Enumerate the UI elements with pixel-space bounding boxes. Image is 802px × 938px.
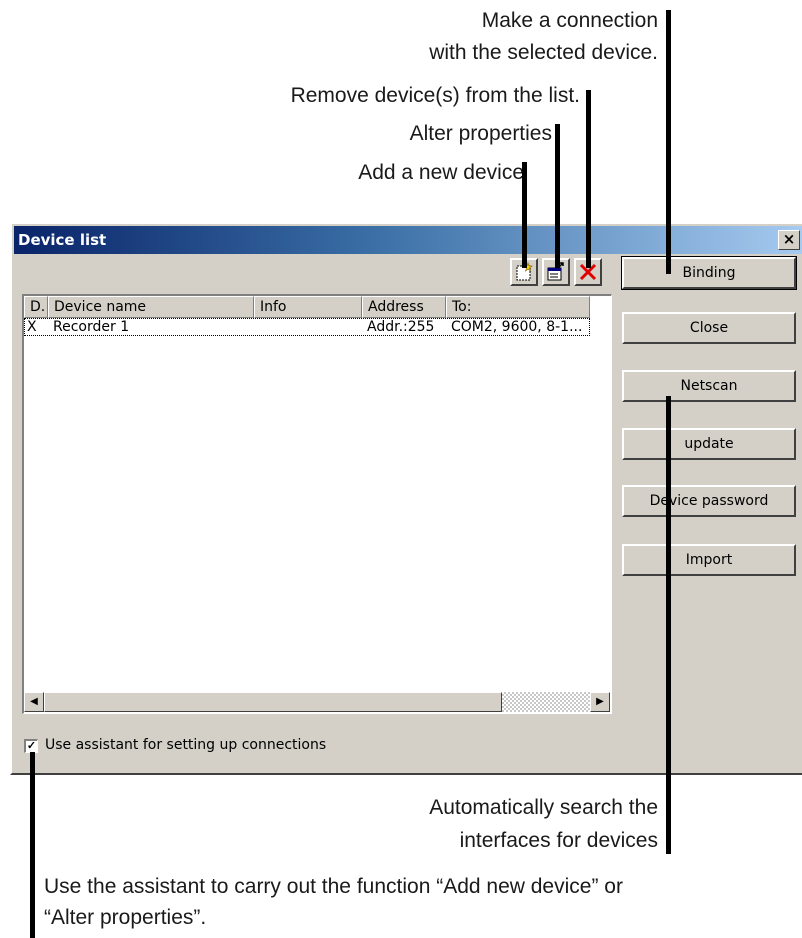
scroll-right-button[interactable]: ▶ xyxy=(590,692,610,712)
dialog-title: Device list xyxy=(18,231,107,249)
pointer-line-alter xyxy=(555,124,560,268)
scroll-thumb[interactable] xyxy=(44,692,502,712)
annotation-assistant-line1: Use the assistant to carry out the funct… xyxy=(44,875,623,898)
scroll-left-button[interactable]: ◀ xyxy=(24,692,44,712)
device-list-view[interactable]: D. Device name Info Address To: X Record… xyxy=(22,294,612,714)
pointer-line-binding xyxy=(666,10,671,274)
pointer-line-add xyxy=(522,162,527,268)
row-cell-info xyxy=(259,318,359,336)
row-cell-address: Addr.:255 xyxy=(367,319,435,335)
row-cell-device-name: Recorder 1 xyxy=(53,319,130,335)
column-header-to[interactable]: To: xyxy=(446,296,590,318)
pointer-line-netscan xyxy=(666,396,671,854)
annotation-assistant-line2: “Alter properties”. xyxy=(44,906,207,929)
update-button[interactable]: update xyxy=(622,428,796,460)
annotation-connection-line2: with the selected device. xyxy=(429,41,658,64)
close-window-button[interactable]: × xyxy=(778,230,800,250)
assistant-checkbox[interactable]: ✓ xyxy=(24,739,38,753)
annotation-add: Add a new device xyxy=(358,161,524,184)
annotation-remove: Remove device(s) from the list. xyxy=(290,84,580,107)
annotation-netscan-line1: Automatically search the xyxy=(429,796,658,819)
row-cell-to: COM2, 9600, 8-1... xyxy=(451,319,583,335)
assistant-checkbox-label[interactable]: Use assistant for setting up connections xyxy=(45,737,326,753)
column-header-d[interactable]: D. xyxy=(24,296,48,318)
column-header-address[interactable]: Address xyxy=(362,296,446,318)
binding-button[interactable]: Binding xyxy=(621,256,797,290)
pointer-line-remove xyxy=(586,90,591,268)
scroll-track[interactable] xyxy=(502,692,590,712)
annotation-netscan-line2: interfaces for devices xyxy=(459,829,658,852)
pointer-line-assistant xyxy=(30,752,35,938)
horizontal-scrollbar[interactable]: ◀ ▶ xyxy=(24,692,610,712)
device-password-button[interactable]: Device password xyxy=(622,485,796,517)
column-header-info[interactable]: Info xyxy=(254,296,362,318)
close-button[interactable]: Close xyxy=(622,312,796,344)
title-bar: Device list × xyxy=(14,226,802,254)
annotation-connection-line1: Make a connection xyxy=(481,9,658,32)
netscan-button[interactable]: Netscan xyxy=(622,370,796,402)
column-header-device-name[interactable]: Device name xyxy=(48,296,254,318)
row-cell-d: X xyxy=(27,319,37,335)
annotation-alter: Alter properties xyxy=(409,122,552,145)
import-button[interactable]: Import xyxy=(622,544,796,576)
